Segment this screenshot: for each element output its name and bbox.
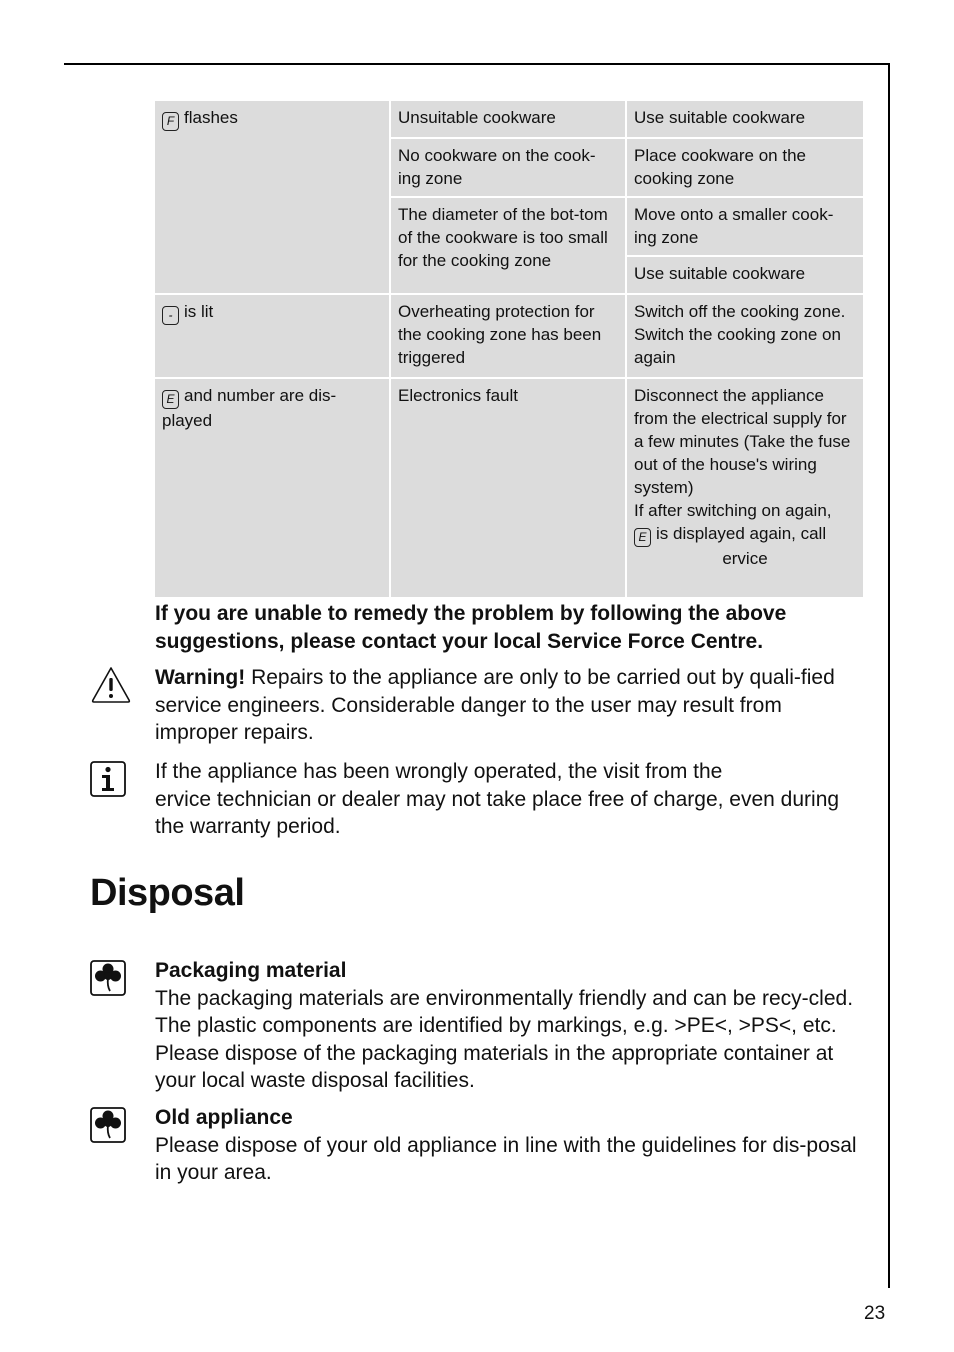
- page-number: 23: [864, 1303, 886, 1324]
- warning-triangle-icon: [91, 667, 131, 703]
- cause-cell: Unsuitable cookware: [389, 101, 627, 139]
- remedy-cell: Use suitable cookware: [625, 101, 863, 139]
- info-paragraph: If the appliance has been wrongly operat…: [155, 758, 865, 841]
- indicator-cell: Eand number are dis-played: [155, 377, 391, 597]
- info-text: ervice technician or dealer may not take…: [155, 787, 840, 839]
- cause-cell: Overheating protection for the cooking z…: [389, 293, 627, 379]
- contact-notice: If you are unable to remedy the problem …: [155, 602, 787, 653]
- remedy-cell: Place cookware on the cooking zone: [625, 137, 863, 198]
- table-row: - is lit Overheating protection for the c…: [155, 293, 863, 379]
- display-dash-symbol-icon: -: [162, 306, 179, 325]
- remedy-cell: Use suitable cookware: [626, 255, 863, 295]
- warning-text: Repairs to the appliance are only to be …: [155, 666, 835, 744]
- disposal-item-old-appliance: Old appliance Please dispose of your old…: [155, 1104, 865, 1187]
- remedy-text: ervice: [722, 549, 768, 568]
- remedy-text: Disconnect the appliance from the electr…: [634, 386, 851, 497]
- section-heading-disposal: Disposal: [90, 872, 245, 914]
- warning-paragraph: Warning! Repairs to the appliance are on…: [155, 664, 865, 747]
- warning-label: Warning!: [155, 666, 246, 689]
- disposal-item-text: Please dispose of your old appliance in …: [155, 1133, 857, 1185]
- display-e-symbol-icon: E: [162, 390, 179, 409]
- disposal-item-title: Packaging material: [155, 959, 347, 982]
- indicator-text: and number are dis-played: [162, 386, 337, 430]
- disposal-item-title: Old appliance: [155, 1106, 293, 1129]
- remedy-cell: Switch off the cooking zone. Switch the …: [625, 293, 863, 379]
- recycling-clover-icon: [90, 960, 126, 996]
- right-margin-rule: [888, 63, 890, 1288]
- table-row: Fflashes Unsuitable cookware Use suitabl…: [155, 101, 863, 295]
- display-f-symbol-icon: F: [162, 112, 179, 131]
- troubleshooting-table: Fflashes Unsuitable cookware Use suitabl…: [155, 101, 863, 597]
- top-rule: [64, 63, 890, 65]
- disposal-item-text: The packaging materials are environmenta…: [155, 986, 854, 1093]
- cause-cell: The diameter of the bot-tom of the cookw…: [390, 196, 627, 295]
- cause-cell: No cookware on the cook-ing zone: [390, 137, 627, 198]
- info-text: If the appliance has been wrongly operat…: [155, 760, 723, 783]
- remedy-text: is displayed again, call: [656, 524, 827, 543]
- cause-cell: Electronics fault: [389, 377, 627, 597]
- indicator-cell: - is lit: [155, 293, 391, 379]
- recycling-clover-icon: [90, 1107, 126, 1143]
- indicator-text: is lit: [184, 302, 214, 321]
- disposal-item-packaging: Packaging material The packaging materia…: [155, 957, 865, 1095]
- display-e-symbol-icon: E: [634, 528, 651, 547]
- table-row: Eand number are dis-played Electronics f…: [155, 377, 863, 597]
- indicator-text: flashes: [184, 108, 238, 127]
- info-icon: [90, 761, 126, 797]
- remedy-cell: Move onto a smaller cook-ing zone: [625, 196, 863, 257]
- indicator-cell: Fflashes: [155, 101, 391, 295]
- remedy-cell: Disconnect the appliance from the electr…: [625, 377, 863, 597]
- remedy-text: If after switching on again,: [634, 501, 832, 520]
